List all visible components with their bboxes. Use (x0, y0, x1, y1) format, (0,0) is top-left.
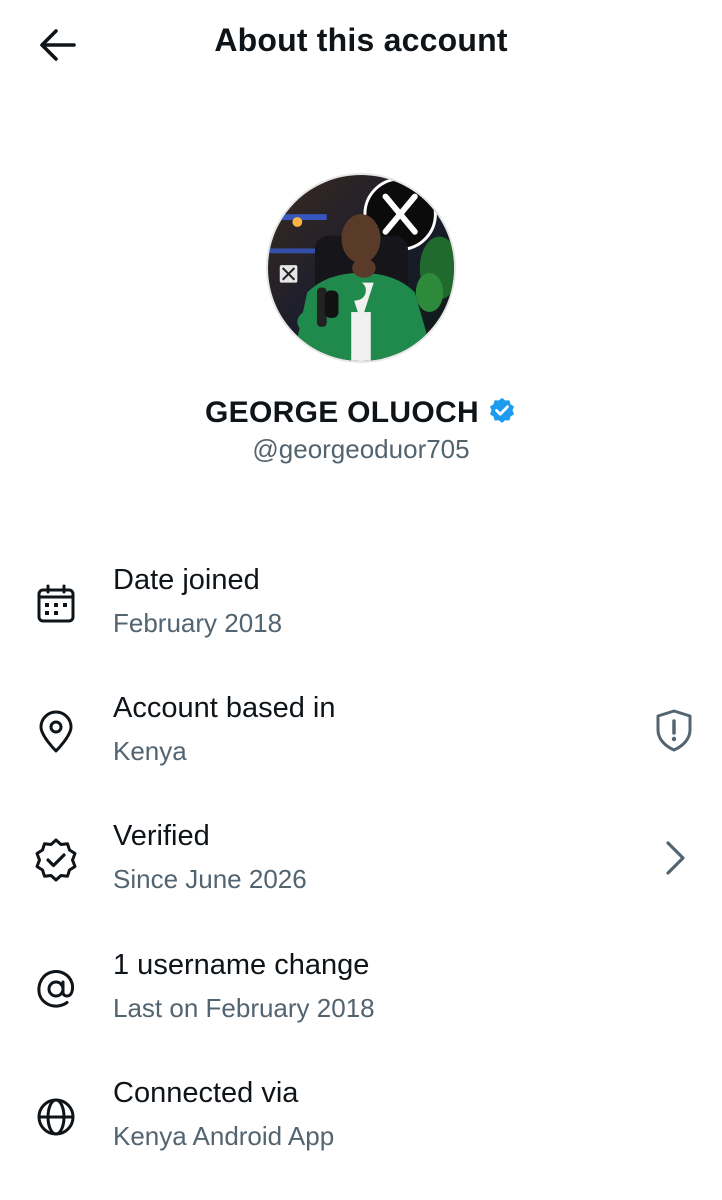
verified-badge-icon (489, 397, 514, 423)
page-title: About this account (214, 22, 508, 58)
profile-name-row: GEORGE OLUOCH (0, 396, 722, 430)
profile-name: GEORGE OLUOCH (205, 396, 479, 429)
profile-photo (268, 175, 454, 361)
row-label: Connected via (113, 1077, 299, 1109)
avatar[interactable] (266, 173, 456, 363)
chevron-right-icon[interactable] (650, 834, 698, 882)
shield-alert-icon[interactable] (650, 706, 698, 754)
row-value: Kenya Android App (113, 1121, 335, 1151)
at-sign-icon (32, 965, 80, 1013)
row-label: Date joined (113, 564, 260, 596)
verified-badge-icon (32, 836, 80, 884)
row-value: Last on February 2018 (113, 993, 375, 1023)
row-verified[interactable]: Verified Since June 2026 (0, 820, 722, 910)
location-pin-icon (32, 708, 80, 756)
row-label: 1 username change (113, 949, 370, 981)
profile-handle: @georgeoduor705 (252, 434, 470, 464)
row-label: Account based in (113, 692, 336, 724)
row-username-change: 1 username change Last on February 2018 (0, 949, 722, 1039)
row-account-based-in: Account based in Kenya (0, 692, 722, 782)
row-label: Verified (113, 820, 210, 852)
row-value: Since June 2026 (113, 864, 307, 894)
row-connected-via: Connected via Kenya Android App (0, 1077, 722, 1167)
calendar-icon (32, 580, 80, 628)
top-bar: About this account (0, 0, 722, 90)
row-value: Kenya (113, 736, 187, 766)
row-date-joined: Date joined February 2018 (0, 564, 722, 654)
row-value: February 2018 (113, 608, 283, 638)
globe-icon (32, 1093, 80, 1141)
